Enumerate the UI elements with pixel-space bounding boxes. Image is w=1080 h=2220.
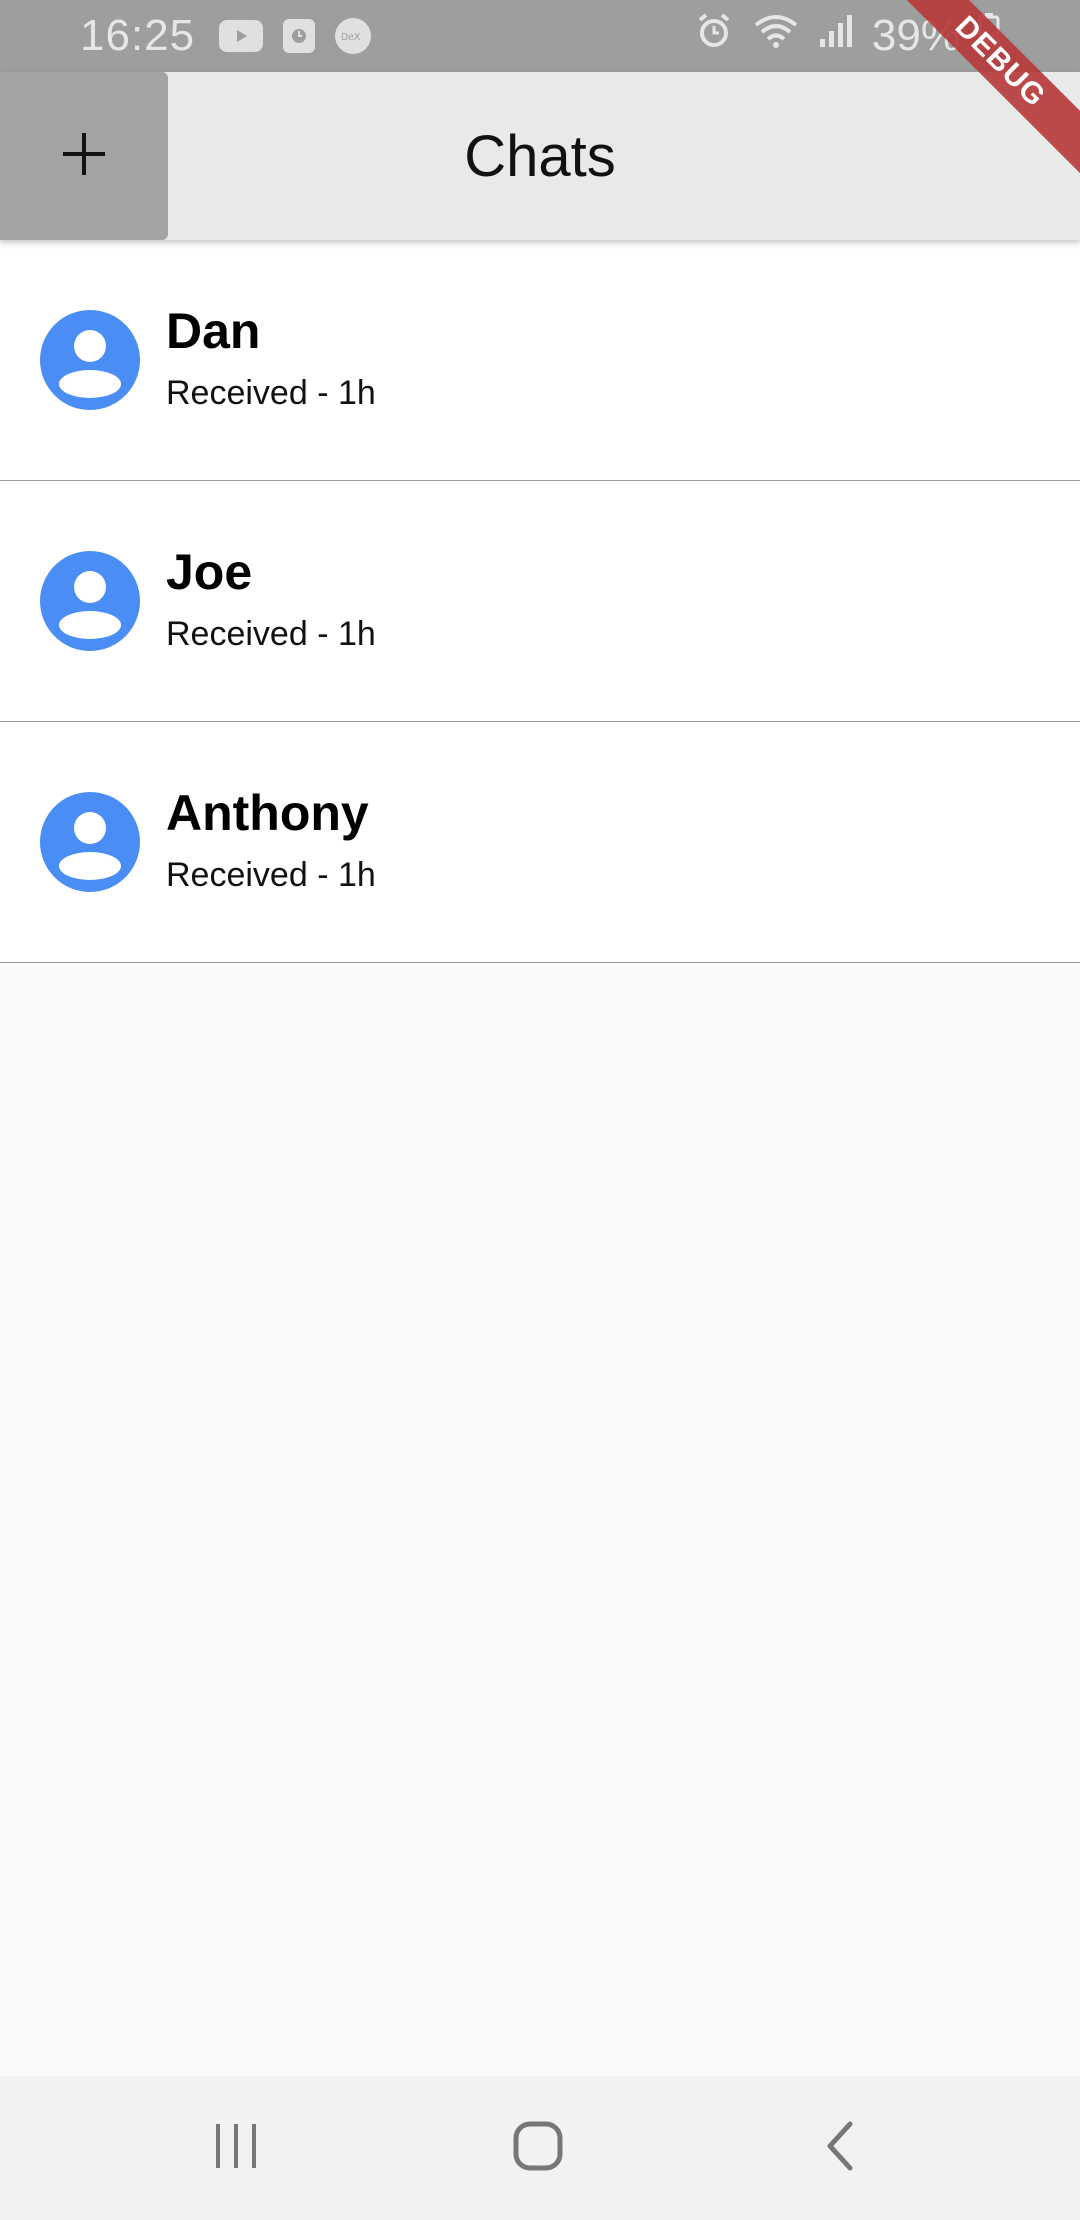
chat-subtitle: Received - 1h (166, 856, 376, 894)
avatar-icon (40, 551, 140, 651)
svg-text:DeX: DeX (341, 32, 361, 42)
dex-icon: DeX (335, 18, 372, 54)
back-icon (820, 2120, 860, 2177)
avatar-icon (40, 792, 140, 892)
home-icon (512, 2120, 564, 2177)
chat-list-item[interactable]: Dan Received - 1h (0, 240, 1080, 481)
plus-icon (59, 129, 109, 184)
home-button[interactable] (458, 2076, 618, 2220)
app-bar: Chats (0, 72, 1080, 240)
back-button[interactable] (760, 2076, 920, 2220)
status-time: 16:25 (80, 11, 196, 60)
wifi-icon (752, 11, 800, 62)
system-nav-bar (0, 2076, 1080, 2220)
chat-list-item[interactable]: Anthony Received - 1h (0, 722, 1080, 963)
chat-name: Dan (166, 303, 261, 359)
chat-subtitle: Received - 1h (166, 615, 376, 653)
youtube-icon (219, 20, 264, 52)
add-chat-button[interactable] (0, 72, 168, 240)
clock-app-icon (283, 19, 316, 53)
chat-subtitle: Received - 1h (166, 374, 376, 412)
recent-apps-icon (212, 2120, 260, 2177)
chat-list: Dan Received - 1h Joe Received - 1h Anth… (0, 240, 1080, 963)
signal-icon (818, 11, 854, 62)
chat-list-item[interactable]: Joe Received - 1h (0, 481, 1080, 722)
chat-name: Joe (166, 544, 253, 600)
alarm-icon (694, 11, 734, 62)
chat-name: Anthony (166, 785, 369, 841)
status-left: 16:25 DeX (80, 11, 372, 61)
recent-apps-button[interactable] (156, 2076, 316, 2220)
avatar-icon (40, 310, 140, 410)
